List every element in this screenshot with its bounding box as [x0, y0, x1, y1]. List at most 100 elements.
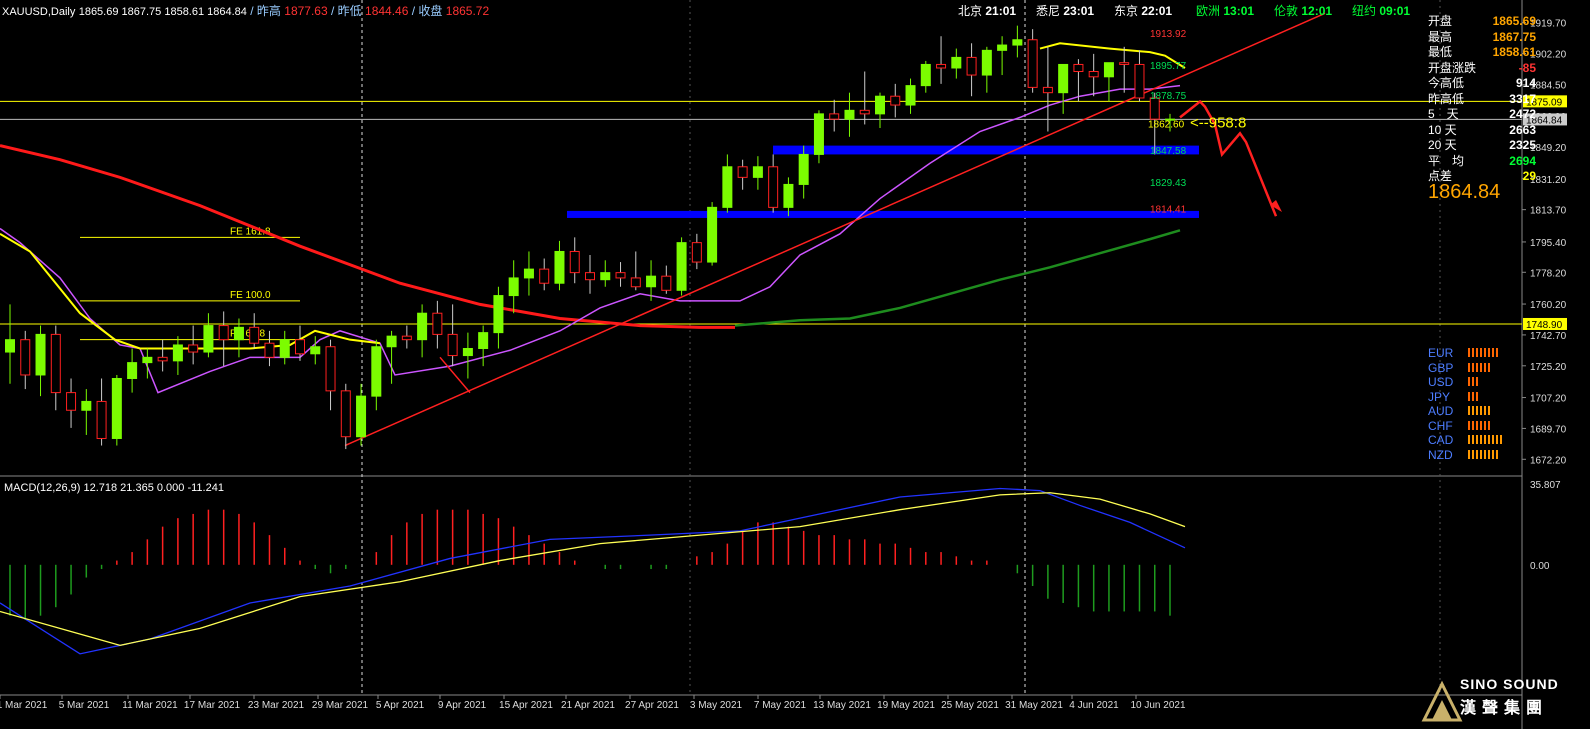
strength-bar [1480, 435, 1482, 444]
stat-label: 最低 [1428, 45, 1453, 59]
stat-value: 2325 [1509, 138, 1536, 152]
candle-body [371, 346, 382, 397]
candle-body [676, 242, 687, 291]
candle-body [752, 166, 763, 178]
price-level-label: 1748.90 [1526, 320, 1563, 331]
strength-bar [1480, 406, 1482, 415]
strength-bar [1472, 377, 1474, 386]
strength-bar [1492, 348, 1494, 357]
level-annotation: 1862.60 [1148, 119, 1185, 130]
candle-body [844, 109, 855, 120]
x-tick-label: 13 May 2021 [813, 700, 871, 711]
strength-bar [1488, 406, 1490, 415]
candle-body [966, 56, 977, 76]
ohlc-values: 1865.69 1867.75 1858.61 1864.84 [78, 6, 247, 18]
prev-low-value: 1844.46 [365, 4, 409, 18]
candle-body [218, 325, 229, 341]
level-annotation: 1829.43 [1150, 178, 1187, 189]
x-tick-label: 11 Mar 2021 [122, 700, 178, 711]
strength-bar [1488, 449, 1490, 459]
candle-body [936, 63, 947, 69]
candle-body [432, 312, 443, 335]
y-tick-label: 1707.20 [1530, 394, 1567, 405]
currency-name: AUD [1428, 404, 1454, 418]
stat-row: 最高 1867.75 [1428, 28, 1536, 45]
candle-body [1119, 62, 1130, 65]
candle-body [691, 242, 702, 263]
candle-body [386, 335, 397, 348]
clock-time: 21:01 [985, 4, 1017, 18]
symbol-label: XAUUSD,Daily [2, 6, 76, 18]
clock-time: 09:01 [1379, 4, 1411, 18]
candle-body [279, 339, 290, 358]
currency-row: GBP [1428, 361, 1492, 375]
y-tick-label: 1795.40 [1530, 238, 1567, 249]
stat-label: 最高 [1428, 29, 1453, 44]
candle-body [50, 333, 61, 394]
logo-name: SINO SOUND [1460, 676, 1559, 692]
macd-label: MACD(12,26,9) 12.718 21.365 0.000 -11.24… [4, 482, 224, 494]
strength-bar [1468, 391, 1470, 401]
candle-body [508, 277, 519, 297]
macd-zero-tick: 0.00 [1530, 561, 1550, 572]
strength-bar [1484, 406, 1486, 415]
strength-bar [1472, 449, 1474, 459]
candle-body [630, 277, 641, 288]
candle-body [859, 109, 870, 115]
currency-name: CHF [1428, 418, 1453, 433]
currency-name: NZD [1428, 447, 1453, 462]
candle-body [249, 326, 260, 344]
candle-body [1012, 39, 1023, 46]
strength-bar [1468, 449, 1470, 459]
stat-row: 昨高低 3317 [1428, 90, 1536, 107]
strength-bar [1476, 435, 1478, 444]
candle-body [981, 49, 992, 76]
stat-row: 开盘涨跌 -85 [1428, 59, 1536, 76]
candle-body [233, 326, 244, 341]
candle-body [646, 275, 657, 288]
strength-bar [1496, 449, 1498, 459]
candle-body [417, 312, 428, 341]
macd-top-tick: 35.807 [1530, 480, 1561, 491]
level-annotation: 1847.58 [1150, 146, 1187, 157]
clock-time: 13:01 [1223, 4, 1255, 18]
y-tick-label: 1760.20 [1530, 300, 1567, 311]
strength-bar [1488, 362, 1490, 372]
currency-name: GBP [1428, 360, 1454, 375]
macd-signal-line [0, 492, 1186, 647]
strength-bar [1484, 449, 1486, 459]
strength-bar [1488, 348, 1490, 357]
candle-body [890, 95, 901, 106]
currency-row: NZD [1428, 448, 1500, 462]
candle-body [1073, 63, 1084, 73]
price-chart: 1919.701902.201884.501866.901849.201831.… [0, 0, 1567, 729]
candle-body [447, 333, 458, 357]
moving-average-fast [0, 232, 381, 350]
candle-body [20, 339, 31, 376]
candle-body [707, 206, 718, 263]
prev-high-label: / 昨高 [250, 4, 281, 18]
stat-value: 2472 [1509, 107, 1536, 121]
candle-body [1103, 62, 1114, 78]
clock-city: 悉尼 [1036, 4, 1064, 18]
clock-city: 伦敦 [1274, 4, 1302, 18]
y-tick-label: 1725.20 [1530, 362, 1567, 373]
stat-row: 10 天 2663 [1428, 121, 1536, 138]
clock-city: 东京 [1114, 4, 1142, 18]
candle-body [172, 344, 183, 362]
strength-bar [1500, 435, 1502, 444]
strength-bar [1484, 435, 1486, 444]
currency-row: EUR [1428, 346, 1500, 360]
strength-bar [1492, 449, 1494, 459]
x-tick-label: 23 Mar 2021 [248, 700, 305, 711]
strength-bar [1496, 435, 1498, 444]
clock-city: 北京 [958, 4, 986, 18]
candle-body [554, 250, 565, 284]
strength-bar [1468, 435, 1470, 444]
candle-body [264, 342, 275, 358]
strength-bar [1472, 406, 1474, 415]
currency-row: AUD [1428, 404, 1492, 418]
candle-body [920, 63, 931, 87]
x-tick-label: 17 Mar 2021 [184, 700, 241, 711]
strength-bar [1484, 348, 1486, 357]
